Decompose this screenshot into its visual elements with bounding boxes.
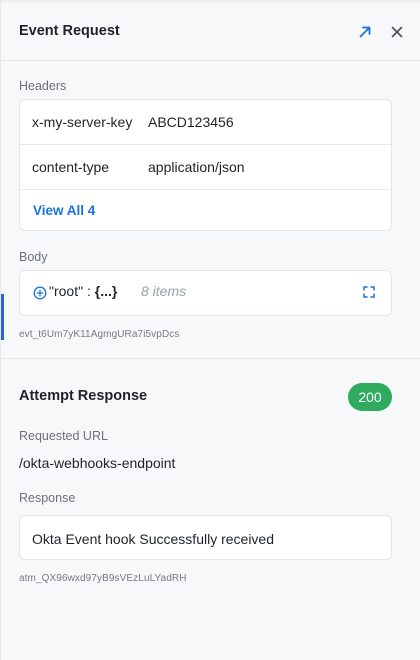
plus-circle-icon[interactable] (33, 286, 47, 300)
attempt-id: atm_QX96wxd97yB9sVEzLuLYadRH (19, 573, 187, 584)
response-body-text: Okta Event hook Successfully received (32, 531, 275, 547)
response-label: Response (19, 491, 76, 505)
view-all-headers-link[interactable]: View All 4 (33, 203, 95, 218)
header-value: ABCD123456 (148, 114, 234, 130)
panel-header: Event Request (1, 3, 420, 61)
header-key: x-my-server-key (32, 114, 133, 130)
body-label: Body (19, 250, 48, 264)
body-json-card: "root" : {...} 8 items (19, 270, 392, 316)
header-key: content-type (32, 159, 110, 175)
json-item-count: 8 items (141, 283, 187, 299)
headers-label: Headers (19, 79, 67, 93)
requested-url-value: /okta-webhooks-endpoint (19, 455, 176, 471)
headers-card: x-my-server-key ABCD123456 content-type … (19, 99, 392, 231)
response-body-card: Okta Event hook Successfully received (19, 515, 392, 560)
json-root[interactable]: "root" : {...} (49, 283, 117, 299)
status-badge: 200 (348, 383, 392, 411)
json-colon: : (86, 283, 91, 299)
section-divider (1, 358, 420, 359)
header-row: x-my-server-key ABCD123456 (20, 100, 391, 145)
active-indicator (1, 294, 4, 340)
fullscreen-icon[interactable] (362, 285, 376, 299)
event-request-panel: Event Request Headers x-my-server-key AB… (0, 0, 420, 660)
event-id: evt_t6Um7yK11AgmgURa7i5vpDcs (19, 329, 180, 340)
close-icon[interactable] (389, 24, 405, 40)
header-value: application/json (148, 159, 245, 175)
json-collapsed-object: {...} (94, 283, 118, 299)
arrow-up-right-icon[interactable] (357, 24, 373, 40)
json-root-key: "root" (49, 283, 84, 299)
header-row: content-type application/json (20, 145, 391, 190)
requested-url-label: Requested URL (19, 429, 108, 443)
panel-title: Event Request (19, 23, 120, 39)
attempt-response-title: Attempt Response (19, 388, 148, 404)
